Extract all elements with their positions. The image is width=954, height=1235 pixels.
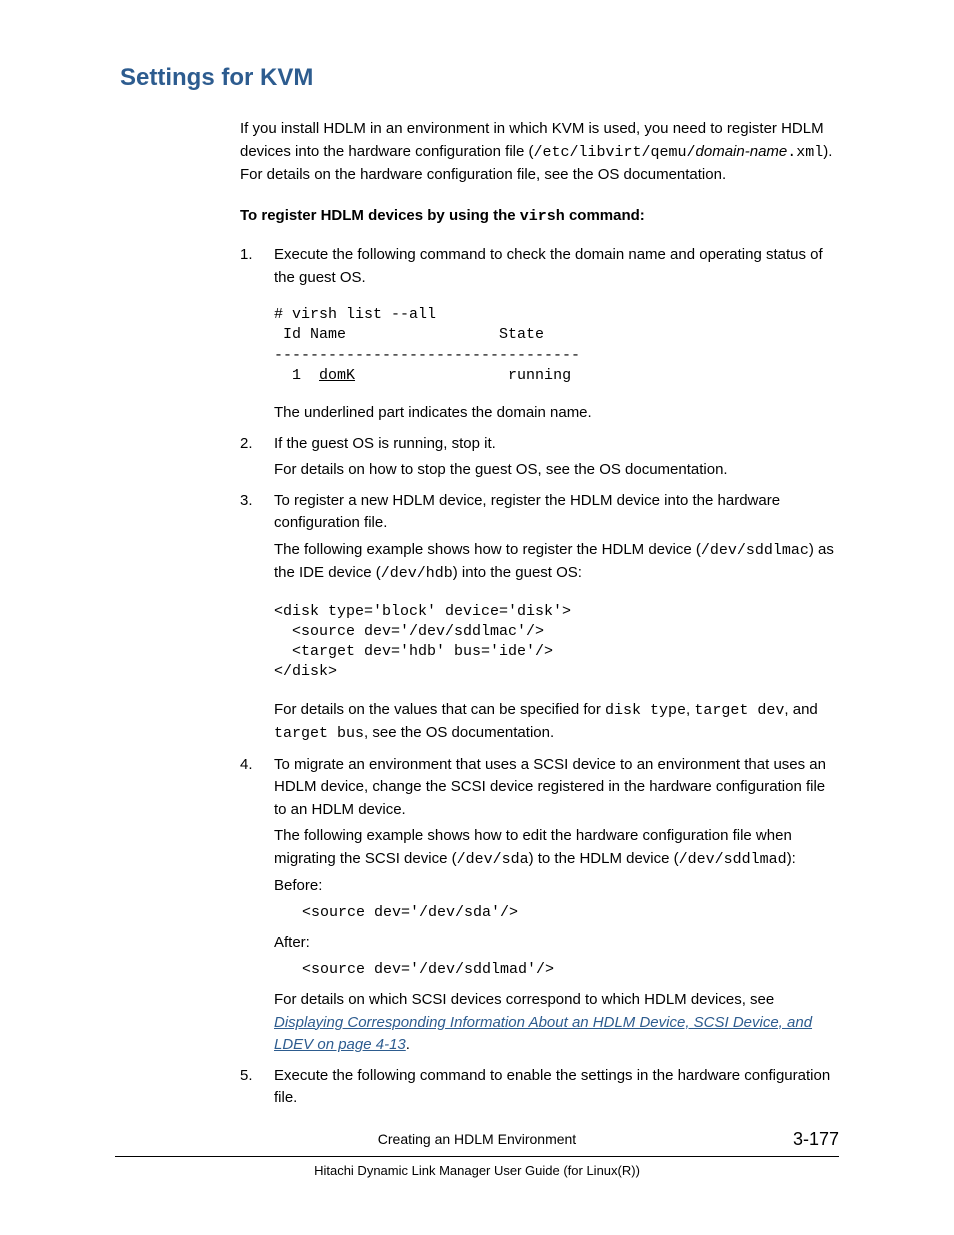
text: For details on the values that can be sp… <box>274 699 839 746</box>
code-line: <source dev='/dev/sda'/> <box>302 902 839 925</box>
text: For details on the values that can be sp… <box>274 701 605 718</box>
text: , and <box>784 701 817 718</box>
text: For details on how to stop the guest OS,… <box>274 459 839 482</box>
code-line: Id Name State <box>274 326 544 343</box>
code-text: /dev/sda <box>457 851 529 868</box>
text: command: <box>565 207 645 224</box>
footer-book-title: Hitachi Dynamic Link Manager User Guide … <box>115 1161 839 1181</box>
procedure-heading: To register HDLM devices by using the vi… <box>240 205 839 229</box>
intro-paragraph: If you install HDLM in an environment in… <box>240 118 839 187</box>
code-text: .xml <box>787 144 823 161</box>
italic-text: domain-name <box>696 143 788 160</box>
before-label: Before: <box>274 875 839 898</box>
text: Execute the following command to check t… <box>274 244 839 289</box>
text: The following example shows how to regis… <box>274 539 839 586</box>
text: ) into the guest OS: <box>453 564 582 581</box>
step-5: 5. Execute the following command to enab… <box>240 1065 839 1110</box>
text: , see the OS documentation. <box>364 724 554 741</box>
step-3: 3. To register a new HDLM device, regist… <box>240 490 839 746</box>
text: ): <box>787 850 796 867</box>
text: For details on which SCSI devices corres… <box>274 989 839 1057</box>
code-text: /dev/sddlmad <box>679 851 787 868</box>
code-line: ---------------------------------- <box>274 347 580 364</box>
code-text: virsh <box>520 208 565 225</box>
text: ) to the HDLM device ( <box>529 850 679 867</box>
text: The following example shows how to edit … <box>274 825 839 871</box>
step-number: 4. <box>240 754 253 777</box>
code-text: /dev/hdb <box>381 565 453 582</box>
text: The underlined part indicates the domain… <box>274 402 839 425</box>
underlined-text: domK <box>319 367 355 384</box>
text: If the guest OS is running, stop it. <box>274 433 839 456</box>
cross-reference-link[interactable]: Displaying Corresponding Information Abo… <box>274 1014 812 1054</box>
code-block: # virsh list --all Id Name State -------… <box>274 305 839 386</box>
code-line: running <box>355 367 571 384</box>
step-1: 1. Execute the following command to chec… <box>240 244 839 425</box>
text: Execute the following command to enable … <box>274 1065 839 1110</box>
after-label: After: <box>274 932 839 955</box>
text: For details on which SCSI devices corres… <box>274 991 774 1008</box>
text: To register a new HDLM device, register … <box>274 490 839 535</box>
section-heading: Settings for KVM <box>120 60 839 96</box>
code-text: /etc/libvirt/qemu/ <box>534 144 696 161</box>
code-text: target bus <box>274 725 364 742</box>
footer-section-title: Creating an HDLM Environment <box>378 1131 576 1147</box>
footer-rule <box>115 1156 839 1157</box>
code-line: <source dev='/dev/sddlmad'/> <box>302 959 839 982</box>
page-footer: Creating an HDLM Environment 3-177 Hitac… <box>115 1129 839 1181</box>
page-number: 3-177 <box>793 1126 839 1153</box>
code-line: # virsh list --all <box>274 306 436 323</box>
step-number: 3. <box>240 490 253 513</box>
code-line: 1 <box>274 367 319 384</box>
text: To register HDLM devices by using the <box>240 207 520 224</box>
code-text: /dev/sddlmac <box>701 542 809 559</box>
step-number: 1. <box>240 244 253 267</box>
text: The following example shows how to regis… <box>274 541 701 558</box>
step-number: 2. <box>240 433 253 456</box>
code-block: <disk type='block' device='disk'> <sourc… <box>274 602 839 683</box>
step-2: 2. If the guest OS is running, stop it. … <box>240 433 839 482</box>
text: . <box>406 1036 410 1053</box>
code-text: target dev <box>694 702 784 719</box>
code-text: disk type <box>605 702 686 719</box>
step-number: 5. <box>240 1065 253 1088</box>
text: To migrate an environment that uses a SC… <box>274 754 839 822</box>
step-4: 4. To migrate an environment that uses a… <box>240 754 839 1057</box>
